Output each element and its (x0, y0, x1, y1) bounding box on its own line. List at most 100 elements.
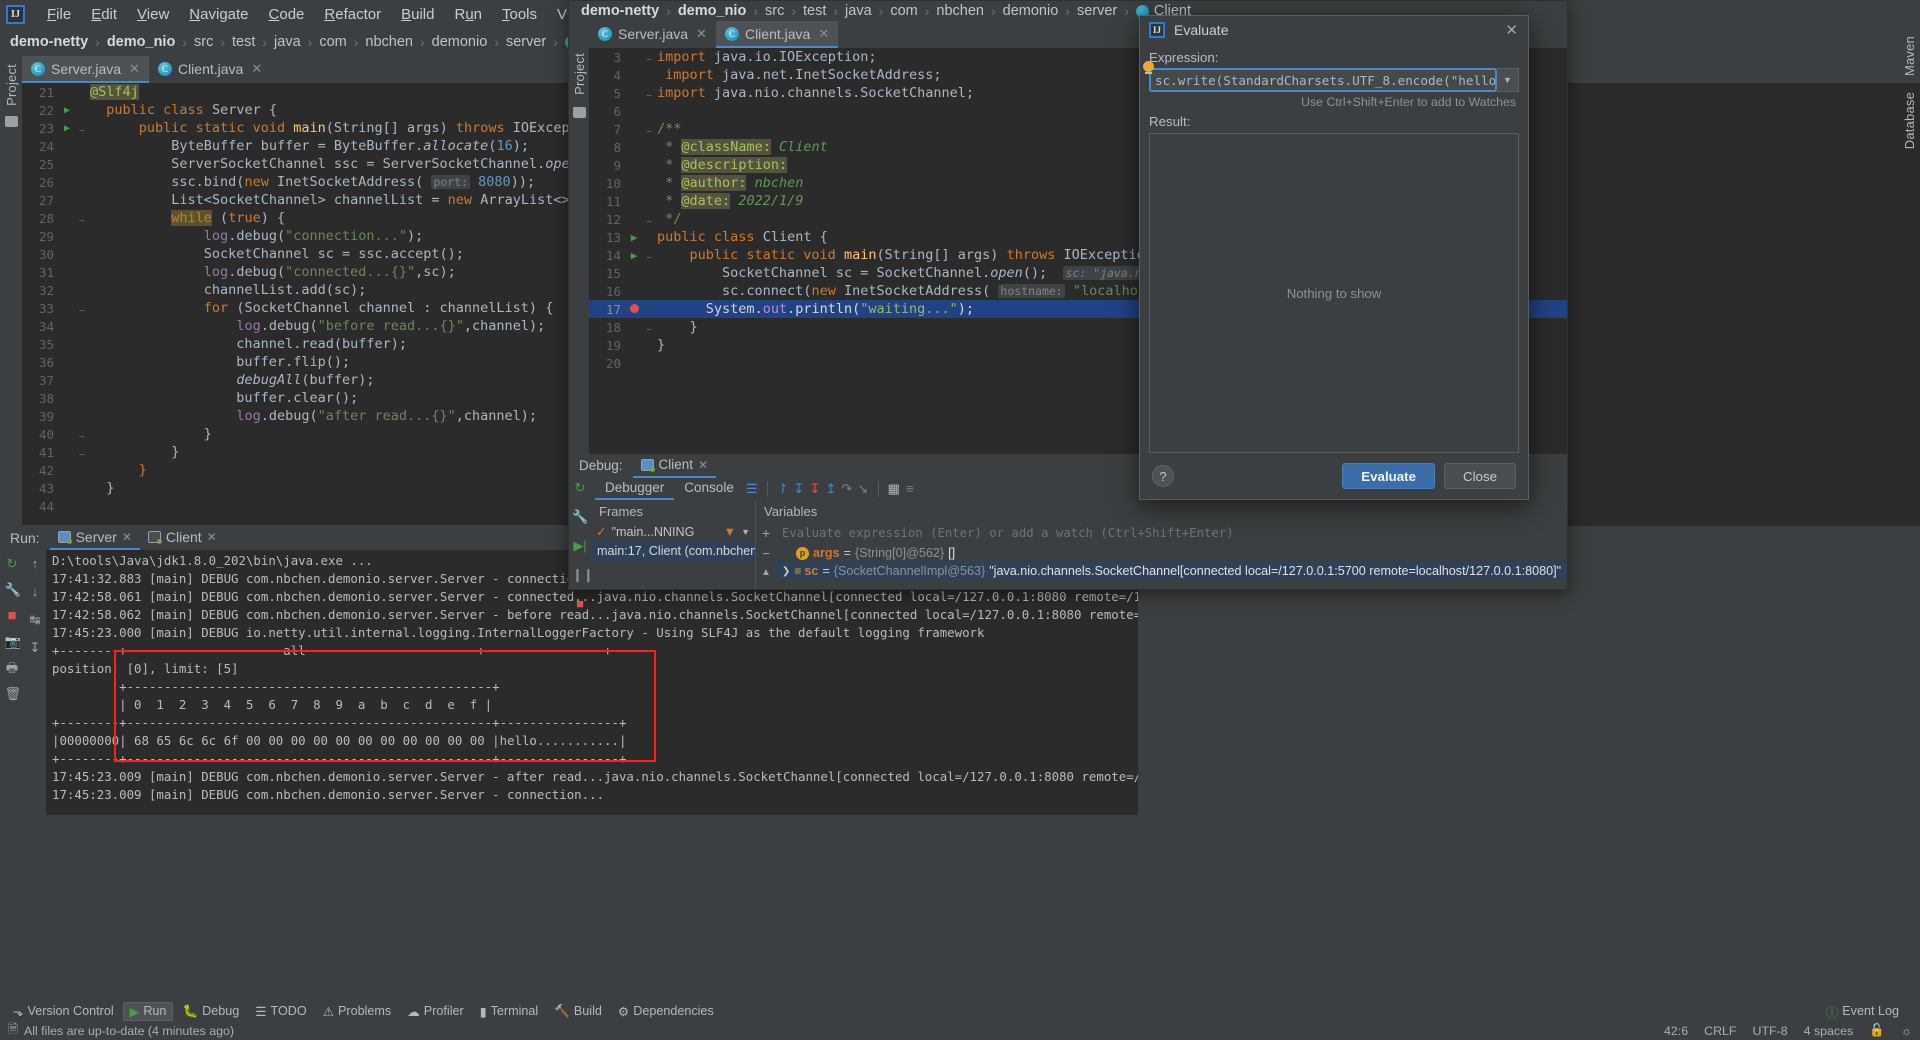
stop-icon[interactable]: ■ (5, 608, 20, 623)
tool-window-database[interactable]: Database (1902, 92, 1917, 149)
evaluate-expression-icon[interactable]: ▦ (886, 481, 902, 497)
menu-item-navigate[interactable]: Navigate (179, 4, 258, 25)
run-tab-client[interactable]: Client ✕ (140, 525, 225, 550)
step-into-icon[interactable]: ↧ (791, 481, 807, 497)
tool-window-maven[interactable]: Maven (1902, 36, 1917, 76)
intention-bulb-icon[interactable] (1143, 61, 1154, 74)
print-icon[interactable]: 🖶 (5, 660, 20, 675)
file-encoding[interactable]: UTF-8 (1753, 1024, 1788, 1038)
fg-tab-server-java[interactable]: C Server.java ✕ (589, 21, 716, 48)
rerun-icon[interactable]: ↻ (572, 480, 588, 496)
breadcrumb-item-module[interactable]: demo_nio (107, 34, 175, 50)
step-out-icon[interactable]: ↥ (823, 481, 839, 497)
breadcrumb-item-src[interactable]: src (194, 34, 213, 50)
debug-tab-console[interactable]: Console (674, 478, 744, 500)
soft-wrap-icon[interactable]: ↹ (28, 612, 43, 627)
menu-item-tools[interactable]: Tools (492, 4, 547, 25)
close-icon[interactable]: ✕ (122, 530, 132, 544)
indent-setting[interactable]: 4 spaces (1804, 1024, 1854, 1038)
settings-wrench-icon[interactable]: 🔧 (5, 582, 21, 597)
status-item-run[interactable]: ▶ Run (122, 1001, 174, 1021)
filter-icon[interactable]: ▼ (724, 525, 736, 539)
chevron-down-icon[interactable]: ▼ (741, 527, 750, 537)
breadcrumb-item-com[interactable]: com (319, 34, 346, 50)
evaluate-button[interactable]: Evaluate (1342, 463, 1435, 489)
resume-program-icon[interactable]: ▶| (572, 538, 588, 554)
folder-icon[interactable] (4, 115, 18, 127)
variable-row-sc[interactable]: ❯ ≡ sc = {SocketChannelImpl@563} "java.n… (776, 562, 1567, 580)
fg-breadcrumb-item-demonio[interactable]: demonio (1003, 3, 1059, 19)
result-area[interactable]: Nothing to show (1149, 133, 1519, 453)
close-icon[interactable]: ✕ (698, 458, 708, 472)
menu-item-code[interactable]: Code (259, 4, 315, 25)
close-icon[interactable]: ✕ (251, 61, 262, 77)
run-to-cursor-icon[interactable]: ↘ (855, 481, 871, 497)
breadcrumb-item-project[interactable]: demo-netty (10, 34, 88, 50)
inspection-icon[interactable]: ☼ (1901, 1024, 1912, 1038)
status-item-debug[interactable]: 🐛 Debug (175, 1002, 246, 1021)
menu-item-view[interactable]: View (127, 4, 179, 25)
settings-wrench-icon[interactable]: 🔧 (572, 509, 588, 525)
caret-position[interactable]: 42:6 (1664, 1024, 1688, 1038)
close-icon[interactable]: ✕ (1505, 21, 1518, 39)
menu-item-refactor[interactable]: Refactor (314, 4, 391, 25)
add-watch-icon[interactable]: + (756, 525, 776, 541)
variable-row-args[interactable]: p args = {String[0]@562} [] (776, 544, 1567, 562)
breadcrumb-item-nbchen[interactable]: nbchen (365, 34, 413, 50)
breadcrumb-item-server[interactable]: server (506, 34, 546, 50)
close-icon[interactable]: ✕ (129, 61, 140, 77)
expression-input[interactable]: sc.write(StandardCharsets.UTF_8.encode("… (1149, 68, 1497, 92)
scroll-down-icon[interactable]: ↓ (28, 584, 43, 599)
force-step-into-icon[interactable]: ↧ (807, 481, 823, 497)
drop-frame-icon[interactable]: ↷ (839, 481, 855, 497)
status-item-dependencies[interactable]: ⚙ Dependencies (611, 1002, 721, 1021)
menu-item-build[interactable]: Build (391, 4, 444, 25)
status-item-todo[interactable]: ☰ TODO (248, 1002, 313, 1021)
camera-icon[interactable]: 📷 (5, 634, 21, 649)
fg-breadcrumb-item-src[interactable]: src (765, 3, 784, 19)
fg-breadcrumb-item-java[interactable]: java (845, 3, 872, 19)
expression-history-dropdown[interactable]: ▼ (1497, 68, 1519, 92)
step-over-icon[interactable]: ↾ (775, 481, 791, 497)
close-icon[interactable]: ✕ (818, 26, 829, 42)
tab-client-java[interactable]: C Client.java ✕ (149, 56, 271, 83)
mute-breakpoints-icon[interactable]: ≡ (902, 481, 918, 497)
close-icon[interactable]: ✕ (207, 530, 217, 544)
debug-tab-debugger[interactable]: Debugger (595, 478, 675, 500)
folder-icon[interactable] (572, 106, 586, 118)
scroll-up-icon[interactable]: ↑ (28, 556, 43, 571)
close-button[interactable]: Close (1444, 463, 1516, 489)
breakpoint-icon[interactable] (629, 304, 639, 313)
fg-breadcrumb-item-test[interactable]: test (803, 3, 826, 19)
expand-chevron-icon[interactable]: ❯ (782, 566, 790, 577)
lock-icon[interactable]: 🔓 (1869, 1023, 1884, 1038)
frame-row[interactable]: main:17, Client (com.nbchen (591, 541, 755, 561)
pause-program-icon[interactable]: ❙❙ (572, 567, 594, 583)
tab-server-java[interactable]: C Server.java ✕ (22, 56, 149, 83)
scroll-to-end-icon[interactable]: ↧ (28, 640, 43, 655)
debug-session-tab[interactable]: Client ✕ (632, 453, 717, 478)
fg-tab-client-java[interactable]: C Client.java ✕ (715, 21, 839, 48)
fg-breadcrumb-item-module[interactable]: demo_nio (678, 3, 746, 19)
watch-input[interactable]: Evaluate expression (Enter) or add a wat… (776, 522, 1240, 544)
status-item-problems[interactable]: ⚠ Problems (316, 1002, 399, 1021)
menu-item-run[interactable]: Run (444, 4, 492, 25)
status-item-event-log[interactable]: ⓘ Event Log (1819, 1000, 1906, 1023)
fg-breadcrumb-item-nbchen[interactable]: nbchen (936, 3, 984, 19)
fg-breadcrumb-item-server[interactable]: server (1077, 3, 1117, 19)
breadcrumb-item-demonio[interactable]: demonio (432, 34, 488, 50)
status-item-version-control[interactable]: ⬎ Version Control (6, 1002, 121, 1021)
close-icon[interactable]: ✕ (696, 26, 707, 42)
stop-icon[interactable]: ■ (572, 596, 588, 612)
breadcrumb-item-java[interactable]: java (274, 34, 301, 50)
status-item-profiler[interactable]: ☁ Profiler (400, 1002, 470, 1021)
layout-settings-icon[interactable]: ☰ (744, 481, 760, 497)
remove-watch-icon[interactable]: − (762, 546, 770, 561)
status-item-terminal[interactable]: ▮ Terminal (473, 1002, 546, 1021)
move-up-icon[interactable]: ▲ (761, 567, 771, 578)
menu-item-edit[interactable]: Edit (81, 4, 127, 25)
status-item-build[interactable]: 🔨 Build (547, 1002, 609, 1021)
line-separator[interactable]: CRLF (1704, 1024, 1736, 1038)
menu-item-file[interactable]: File (37, 4, 81, 25)
tool-window-project[interactable]: Project (4, 64, 19, 106)
